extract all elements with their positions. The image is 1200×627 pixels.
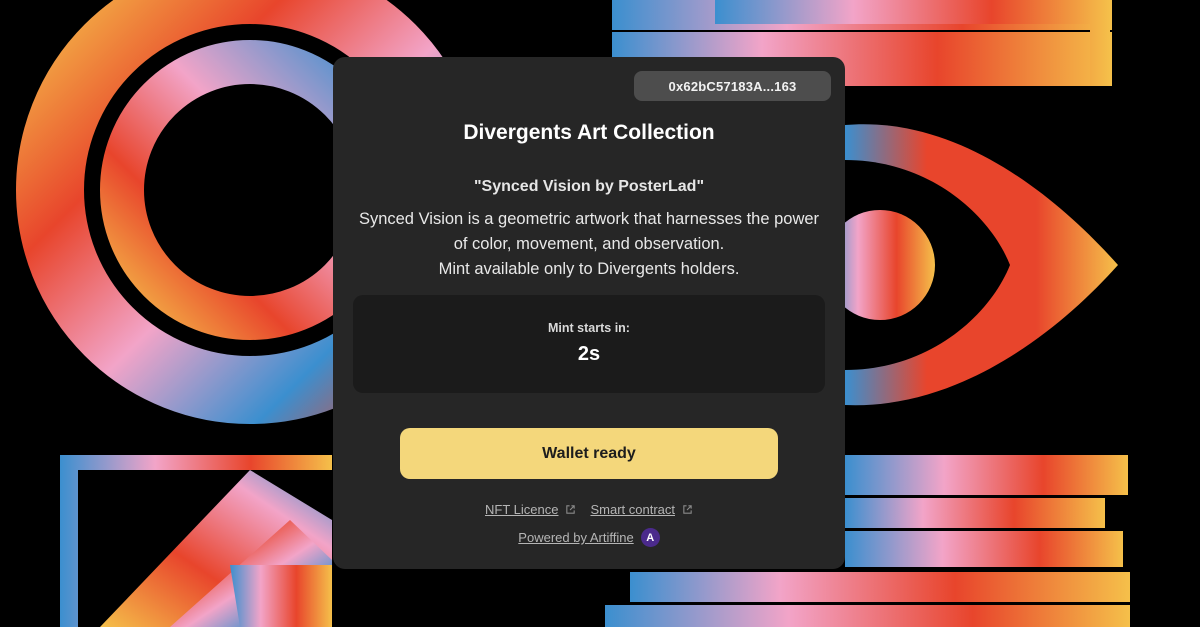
footer-links: NFT Licence Smart contract xyxy=(333,502,845,517)
external-link-icon xyxy=(566,505,576,514)
powered-by: Powered by Artiffine A xyxy=(333,528,845,547)
powered-by-link[interactable]: Powered by Artiffine xyxy=(518,530,633,545)
nft-licence-label: NFT Licence xyxy=(485,502,559,517)
artwork-name: "Synced Vision by PosterLad" xyxy=(473,178,705,195)
description-line: Synced Vision is a geometric artwork tha… xyxy=(358,210,820,228)
smart-contract-link[interactable]: Smart contract xyxy=(590,502,693,517)
external-link-icon xyxy=(683,505,692,514)
artwork-description: Synced Vision is a geometric artwork tha… xyxy=(349,207,829,282)
nft-licence-link[interactable]: NFT Licence xyxy=(485,502,576,517)
wallet-address-chip[interactable]: 0x62bC57183A...163 xyxy=(634,71,831,101)
description-line: of color, movement, and observation. xyxy=(453,235,725,253)
countdown-value: 2s xyxy=(577,343,601,365)
description-line: Mint available only to Divergents holder… xyxy=(438,260,740,278)
smart-contract-label: Smart contract xyxy=(590,502,675,517)
wallet-ready-button[interactable]: Wallet ready xyxy=(400,428,778,479)
countdown-panel: Mint starts in: 2s xyxy=(353,295,825,393)
countdown-label: Mint starts in: xyxy=(548,321,630,335)
mint-card: 0x62bC57183A...163 Divergents Art Collec… xyxy=(333,57,845,569)
collection-title: Divergents Art Collection xyxy=(463,121,715,144)
artiffine-logo-icon[interactable]: A xyxy=(640,528,660,547)
